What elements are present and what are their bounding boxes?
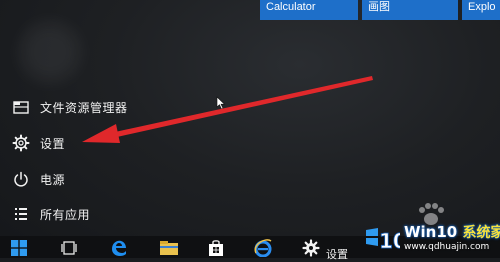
menu-item-label: 文件资源管理器 xyxy=(40,100,128,115)
svg-text:10: 10 xyxy=(379,229,400,252)
watermark-url: www.qdhuajin.com xyxy=(404,242,490,252)
watermark-brand-en: Win10 xyxy=(404,223,458,241)
taskbar-settings-label[interactable]: 设置 xyxy=(326,246,348,262)
power-icon xyxy=(12,170,30,188)
file-explorer-icon[interactable] xyxy=(158,238,180,258)
menu-item-all-apps[interactable]: 所有应用 xyxy=(0,201,200,227)
tile-explorer[interactable]: Explo xyxy=(462,0,500,20)
tile-paint-label: 画图 xyxy=(368,1,390,13)
menu-item-label: 设置 xyxy=(40,136,66,151)
watermark-brand-cn: 系统家园 xyxy=(462,225,500,241)
tile-explorer-label: Explo xyxy=(468,1,496,13)
gear-icon[interactable] xyxy=(300,238,322,258)
tile-calculator[interactable]: Calculator xyxy=(260,0,358,20)
menu-item-file-explorer[interactable]: 文件资源管理器 xyxy=(0,94,200,120)
start-menu-screen: Calculator 画图 Explo 文件资源管理器 设置 电源 所有应用 设… xyxy=(0,0,500,261)
task-view-icon[interactable] xyxy=(58,238,80,258)
mouse-cursor-icon xyxy=(216,96,226,110)
menu-item-label: 所有应用 xyxy=(40,207,91,222)
list-icon xyxy=(12,205,30,223)
store-icon[interactable] xyxy=(205,238,227,258)
site-watermark: 10 Win10 系统家园 www.qdhuajin.com xyxy=(358,214,500,258)
windows-start-icon[interactable] xyxy=(8,238,30,258)
tile-paint[interactable]: 画图 xyxy=(362,0,458,20)
watermark-brand: Win10 系统家园 xyxy=(404,222,500,242)
edge-icon[interactable] xyxy=(108,238,130,258)
menu-item-label: 电源 xyxy=(40,172,66,187)
ie-icon[interactable] xyxy=(252,238,274,258)
menu-item-power[interactable]: 电源 xyxy=(0,166,200,192)
gear-icon xyxy=(12,134,30,152)
tile-calculator-label: Calculator xyxy=(266,1,316,13)
menu-item-settings[interactable]: 设置 xyxy=(0,130,200,156)
blurred-user-avatar xyxy=(20,22,80,82)
win10-logo-icon: 10 xyxy=(366,228,400,252)
folder-icon xyxy=(12,98,30,116)
